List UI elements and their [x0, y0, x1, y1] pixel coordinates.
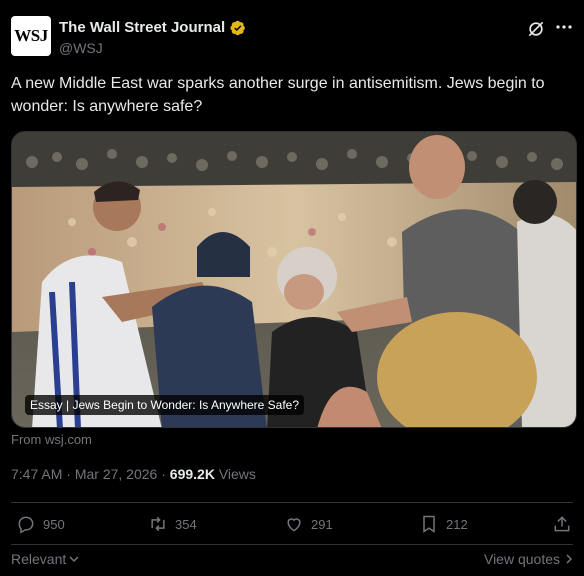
like-count: 291	[311, 516, 333, 532]
media-caption: Essay | Jews Begin to Wonder: Is Anywher…	[25, 395, 305, 415]
tweet-meta: 7:47 AM · Mar 27, 2026 · 699.2K Views	[11, 466, 256, 482]
share-button[interactable]	[552, 514, 572, 534]
tweet-date[interactable]: Mar 27, 2026	[75, 466, 158, 482]
share-icon	[554, 516, 570, 532]
meta-separator-2: ·	[157, 466, 170, 482]
sort-label: Relevant	[11, 551, 67, 567]
reply-button[interactable]: 950	[16, 514, 65, 534]
tweet-text: A new Middle East war sparks another sur…	[11, 75, 545, 115]
action-bar: 950 354 291 212	[11, 514, 573, 540]
news-photo	[12, 132, 576, 427]
repost-count: 354	[175, 516, 197, 532]
avatar[interactable]: WSJ	[11, 16, 51, 56]
reply-icon	[18, 516, 34, 534]
tweet-header: WSJ The Wall Street Journal @WSJ	[11, 16, 572, 58]
views-label: Views	[214, 466, 256, 482]
divider	[11, 502, 573, 503]
divider	[11, 544, 573, 545]
tweet-media-card[interactable]: Essay | Jews Begin to Wonder: Is Anywher…	[11, 131, 577, 428]
repost-icon	[151, 516, 165, 532]
handle[interactable]: @WSJ	[59, 38, 246, 58]
grok-icon[interactable]	[526, 19, 546, 39]
repost-button[interactable]: 354	[148, 514, 197, 534]
bookmark-count: 212	[446, 516, 468, 532]
views-count: 699.2K	[169, 466, 215, 482]
account-names: The Wall Street Journal @WSJ	[59, 18, 246, 58]
reply-count: 950	[43, 516, 65, 532]
like-icon	[287, 518, 301, 532]
tweet-time[interactable]: 7:47 AM	[11, 466, 62, 482]
display-name[interactable]: The Wall Street Journal	[59, 18, 246, 37]
bookmark-icon	[423, 515, 435, 533]
avatar-logo-text: WSJ	[14, 26, 48, 45]
chevron-right-icon	[566, 554, 573, 564]
view-quotes-label: View quotes	[483, 551, 560, 567]
display-name-text: The Wall Street Journal	[59, 19, 226, 36]
bookmark-button[interactable]: 212	[419, 514, 468, 534]
sort-replies-dropdown[interactable]: Relevant	[11, 551, 80, 567]
more-icon[interactable]	[556, 23, 572, 31]
verified-badge-icon	[230, 20, 245, 35]
meta-separator: ·	[62, 466, 75, 482]
view-quotes-link[interactable]: View quotes	[484, 551, 574, 567]
link-source[interactable]: From wsj.com	[11, 432, 92, 447]
like-button[interactable]: 291	[284, 514, 333, 534]
chevron-down-icon	[69, 556, 79, 563]
